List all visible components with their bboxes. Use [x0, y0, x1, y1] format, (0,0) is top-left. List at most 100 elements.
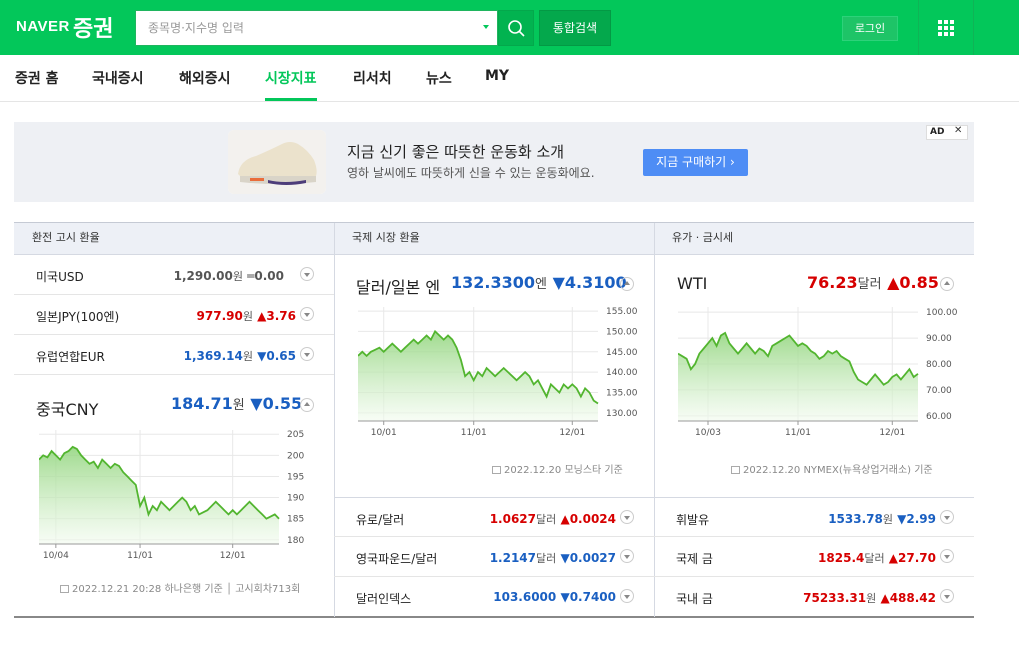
row-name: 국내 금: [676, 592, 713, 606]
nav-domestic[interactable]: 국내증시: [92, 68, 144, 101]
ad-banner[interactable]: 지금 신기 좋은 따뜻한 운동화 소개 영하 날씨에도 따뜻하게 신을 수 있는…: [14, 122, 974, 202]
oil-header: 유가 · 금시세: [654, 223, 974, 255]
y-tick-label: 150.00: [606, 327, 638, 337]
intl-header: 국제 시장 환율: [334, 223, 654, 255]
x-tick-label: 10/04: [43, 551, 69, 561]
calendar-icon: [60, 585, 69, 593]
down-arrow-icon: ▼: [257, 349, 267, 363]
list-item-eur[interactable]: 유럽연합EUR 1,369.14원 ▼0.65: [14, 335, 334, 375]
ad-buy-button[interactable]: 지금 구매하기 ›: [643, 149, 748, 176]
row-value: 1.0627달러 ▲0.0024: [489, 512, 616, 526]
up-arrow-icon: ▲: [560, 512, 570, 526]
wti-chart[interactable]: 60.00 70.00 80.00 90.00 100.00 10/03 11/01 12/0…: [678, 305, 973, 440]
list-item-eurusd[interactable]: 유로/달러 1.0627달러 ▲0.0024: [334, 497, 654, 537]
up-arrow-icon: ▲: [888, 551, 899, 565]
expand-chevron-icon[interactable]: [300, 307, 314, 321]
row-value: 1,290.00원 ═0.00: [173, 269, 284, 283]
x-tick-label: 10/01: [371, 428, 397, 438]
row-name: 일본JPY(100엔): [36, 310, 120, 324]
list-item-jpy[interactable]: 일본JPY(100엔) 977.90원 ▲3.76: [14, 295, 334, 335]
search-box: [135, 10, 498, 46]
stock-logo[interactable]: 증권: [73, 11, 113, 43]
ad-shoe-image[interactable]: [228, 130, 326, 194]
collapse-chevron-icon[interactable]: [940, 277, 954, 291]
menu-grid-icon[interactable]: [918, 0, 974, 55]
row-value: 1533.78원 ▼2.99: [828, 512, 936, 526]
nav-market-indicators[interactable]: 시장지표: [265, 68, 317, 101]
usdjpy-source: 2022.12.20 모닝스타 기준: [492, 461, 623, 476]
nav-overseas[interactable]: 해외증시: [179, 68, 231, 101]
expand-chevron-icon[interactable]: [620, 510, 634, 524]
exchange-header: 환전 고시 환율: [14, 223, 334, 255]
expand-chevron-icon[interactable]: [620, 549, 634, 563]
y-tick-label: 195: [287, 472, 304, 482]
list-item-usd[interactable]: 미국USD 1,290.00원 ═0.00: [14, 255, 334, 295]
integrated-search-button[interactable]: 통합검색: [539, 10, 611, 46]
y-tick-label: 80.00: [926, 360, 952, 370]
y-tick-label: 100.00: [926, 308, 958, 318]
x-tick-label: 12/01: [559, 428, 585, 438]
row-value: 1825.4달러 ▲27.70: [818, 551, 936, 565]
ad-close-icon[interactable]: ✕: [954, 125, 962, 136]
row-name: 영국파운드/달러: [356, 552, 438, 566]
down-arrow-icon: ▼: [560, 551, 570, 565]
ad-title[interactable]: 지금 신기 좋은 따뜻한 운동화 소개: [347, 141, 564, 162]
x-tick-label: 10/03: [695, 428, 721, 438]
y-tick-label: 205: [287, 430, 304, 440]
expand-chevron-icon[interactable]: [620, 589, 634, 603]
down-arrow-icon: ▼: [552, 273, 565, 292]
collapse-chevron-icon[interactable]: [620, 277, 634, 291]
expand-chevron-icon[interactable]: [940, 510, 954, 524]
row-name: 미국USD: [36, 270, 84, 284]
cny-value: 184.71원 ▼0.55: [171, 394, 303, 413]
main-nav: 증권 홈 국내증시 해외증시 시장지표 리서치 뉴스 MY: [0, 55, 1019, 102]
list-item-gbpusd[interactable]: 영국파운드/달러 1.2147달러 ▼0.0027: [334, 537, 654, 577]
x-tick-label: 11/01: [461, 428, 487, 438]
x-tick-label: 12/01: [220, 551, 246, 561]
wti-value: 76.23달러 ▲0.85: [807, 273, 939, 292]
row-name: 휘발유: [676, 513, 710, 527]
series-area: [39, 446, 279, 544]
search-input[interactable]: [148, 11, 468, 45]
collapse-chevron-icon[interactable]: [300, 398, 314, 412]
y-tick-label: 60.00: [926, 412, 952, 422]
row-name: 국제 금: [676, 552, 713, 566]
nav-news[interactable]: 뉴스: [426, 68, 452, 101]
y-tick-label: 180: [287, 536, 304, 546]
list-item-domestic-gold[interactable]: 국내 금 75233.31원 ▲488.42: [654, 577, 974, 617]
row-value: 75233.31원 ▲488.42: [803, 591, 936, 605]
ad-description[interactable]: 영하 날씨에도 따뜻하게 신을 수 있는 운동화에요.: [347, 164, 595, 181]
search-icon: [508, 20, 525, 37]
row-name: 유럽연합EUR: [36, 350, 105, 364]
down-arrow-icon: ▼: [250, 394, 263, 413]
expand-chevron-icon[interactable]: [300, 267, 314, 281]
nav-stock-home[interactable]: 증권 홈: [15, 68, 59, 101]
cny-source: 2022.12.21 20:28 하나은행 기준 │ 고시회차713회: [60, 580, 300, 595]
y-tick-label: 185: [287, 515, 304, 525]
up-arrow-icon: ▲: [257, 309, 267, 323]
naver-logo[interactable]: NAVER: [16, 18, 70, 35]
expand-chevron-icon[interactable]: [300, 347, 314, 361]
row-value: 103.6000 ▼0.7400: [493, 590, 616, 604]
nav-my[interactable]: MY: [485, 68, 509, 101]
y-tick-label: 130.00: [606, 409, 638, 419]
cny-chart[interactable]: 180 185 190 195 200 205 10/04 11/01 12/01: [39, 428, 334, 563]
expand-chevron-icon[interactable]: [940, 549, 954, 563]
list-item-gasoline[interactable]: 휘발유 1533.78원 ▼2.99: [654, 497, 974, 537]
search-dropdown-arrow-icon[interactable]: [483, 25, 489, 29]
search-button[interactable]: [498, 10, 534, 46]
y-tick-label: 155.00: [606, 307, 638, 317]
wti-source: 2022.12.20 NYMEX(뉴욕상업거래소) 기준: [731, 461, 933, 476]
usdjpy-chart[interactable]: 130.00 135.00 140.00 145.00 150.00 155.00 10/0…: [358, 305, 653, 440]
nav-research[interactable]: 리서치: [353, 68, 392, 101]
y-tick-label: 70.00: [926, 386, 952, 396]
market-indicators-panel: 환전 고시 환율 국제 시장 환율 유가 · 금시세 미국USD 1,290.0…: [14, 222, 974, 618]
calendar-icon: [731, 466, 740, 474]
login-button[interactable]: 로그인: [842, 16, 898, 41]
usdjpy-name: 달러/일본 엔: [356, 278, 441, 297]
y-tick-label: 90.00: [926, 334, 952, 344]
list-item-dollar-index[interactable]: 달러인덱스 103.6000 ▼0.7400: [334, 577, 654, 617]
expand-chevron-icon[interactable]: [940, 589, 954, 603]
list-item-intl-gold[interactable]: 국제 금 1825.4달러 ▲27.70: [654, 537, 974, 577]
y-tick-label: 140.00: [606, 368, 638, 378]
